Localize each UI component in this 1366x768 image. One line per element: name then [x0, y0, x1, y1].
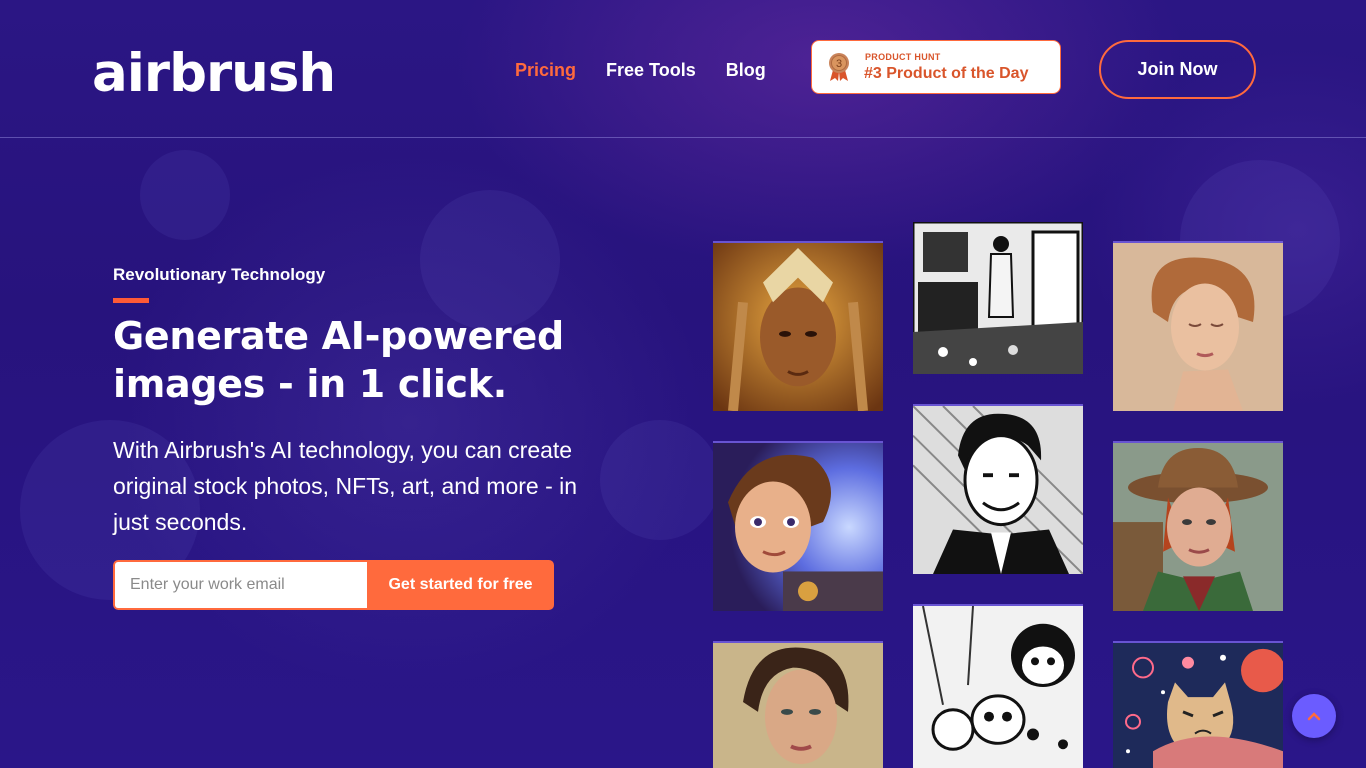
eyebrow-accent-bar — [113, 298, 149, 303]
signup-form: Get started for free — [113, 560, 554, 610]
scroll-to-top-button[interactable] — [1292, 694, 1336, 738]
bw-kitchen-woman-sketch-image[interactable] — [913, 222, 1083, 374]
nav-pricing-link[interactable]: Pricing — [515, 58, 576, 82]
nav-blog-link[interactable]: Blog — [726, 58, 766, 82]
nav-free-tools-link[interactable]: Free Tools — [606, 58, 696, 82]
join-now-button[interactable]: Join Now — [1099, 40, 1256, 99]
redhead-woman-portrait-image[interactable] — [1113, 241, 1283, 411]
svg-text:3: 3 — [836, 58, 842, 70]
main-nav: Pricing Free Tools Blog — [515, 58, 766, 82]
grumpy-cat-fireworks-image[interactable] — [1113, 641, 1283, 768]
golden-warrior-woman-image[interactable] — [713, 241, 883, 411]
chevron-up-icon — [1307, 712, 1321, 721]
product-hunt-kicker: PRODUCT HUNT — [865, 52, 941, 62]
hero-eyebrow: Revolutionary Technology — [113, 265, 326, 284]
bw-cartoon-kids-sketch-image[interactable] — [913, 604, 1083, 768]
airbrush-logo[interactable]: airbrush — [92, 44, 336, 104]
work-email-input[interactable] — [113, 560, 367, 610]
site-header: airbrush Pricing Free Tools Blog 3 PRODU… — [0, 0, 1366, 138]
hero-title: Generate AI-powered images - in 1 click. — [113, 314, 564, 406]
product-hunt-badge[interactable]: 3 PRODUCT HUNT #3 Product of the Day — [811, 40, 1061, 94]
bw-man-in-suit-sketch-image[interactable] — [913, 404, 1083, 574]
medal-icon: 3 — [829, 53, 849, 81]
cartoon-heroine-image[interactable] — [713, 441, 883, 611]
brunette-woman-portrait-image[interactable] — [713, 641, 883, 768]
get-started-button[interactable]: Get started for free — [367, 560, 554, 610]
woman-in-hat-image[interactable] — [1113, 441, 1283, 611]
hero-subtitle: With Airbrush's AI technology, you can c… — [113, 437, 578, 535]
product-hunt-title: #3 Product of the Day — [864, 65, 1029, 82]
